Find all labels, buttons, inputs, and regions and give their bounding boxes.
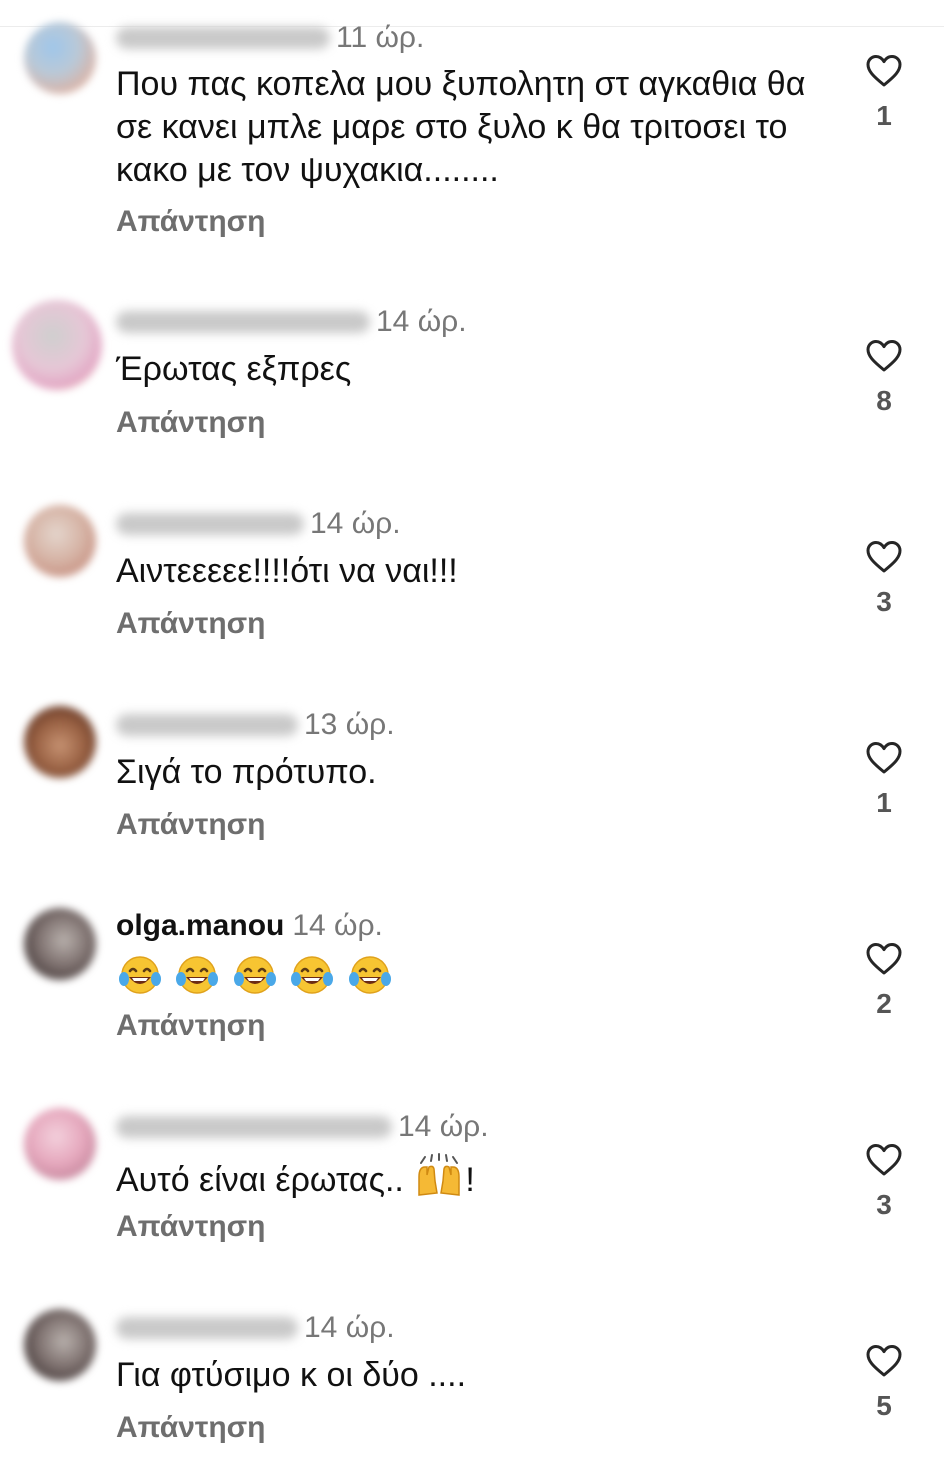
- comment-text: Αυτό είναι έρωτας.. !: [116, 1153, 836, 1202]
- comment-header: 14 ώρ.: [116, 1308, 395, 1348]
- comment-time: 11 ώρ.: [336, 21, 425, 54]
- heart-outline-icon[interactable]: [865, 741, 903, 775]
- like-count: 1: [876, 100, 892, 131]
- username-blurred[interactable]: [116, 1116, 392, 1138]
- heart-outline-icon[interactable]: [865, 540, 903, 574]
- laughing-tears-emoji: [291, 956, 334, 994]
- like-control: 1: [859, 741, 909, 819]
- like-control: 3: [859, 540, 909, 618]
- heart-outline-icon[interactable]: [865, 1143, 903, 1177]
- username-blurred[interactable]: [116, 714, 298, 736]
- laughing-tears-emoji: [348, 956, 391, 994]
- comment-text-suffix: !: [465, 1161, 475, 1199]
- laughing-tears-emoji: [176, 956, 219, 994]
- reply-button[interactable]: Απάντηση: [116, 205, 266, 239]
- heart-outline-icon[interactable]: [865, 942, 903, 976]
- username[interactable]: olga.manou: [116, 909, 284, 943]
- like-count: 8: [876, 385, 892, 416]
- username-blurred[interactable]: [116, 1317, 298, 1339]
- like-count: 1: [876, 787, 892, 818]
- reply-button[interactable]: Απάντηση: [116, 1411, 266, 1445]
- reply-button[interactable]: Απάντηση: [116, 406, 266, 440]
- comment-header: 11 ώρ.: [116, 18, 424, 58]
- comment-header: 13 ώρ.: [116, 705, 395, 745]
- comment-time: 14 ώρ.: [376, 305, 467, 338]
- like-control: 8: [859, 339, 909, 417]
- heart-outline-icon[interactable]: [865, 54, 903, 88]
- heart-outline-icon[interactable]: [865, 1344, 903, 1378]
- comment-header: 14 ώρ.: [116, 504, 401, 544]
- comment-text-content: Αυτό είναι έρωτας..: [116, 1161, 414, 1199]
- like-control: 3: [859, 1143, 909, 1221]
- reply-button[interactable]: Απάντηση: [116, 1009, 266, 1043]
- comment-time: 13 ώρ.: [304, 708, 395, 741]
- reply-button[interactable]: Απάντηση: [116, 1210, 266, 1244]
- username-blurred[interactable]: [116, 27, 330, 49]
- avatar[interactable]: [24, 908, 96, 980]
- comment-time: 14 ώρ.: [398, 1110, 489, 1143]
- avatar[interactable]: [24, 706, 96, 778]
- comment-text: [116, 952, 836, 996]
- comment-time: 14 ώρ.: [310, 507, 401, 540]
- comment-text: Αιντεεεεε!!!!ότι να ναι!!!: [116, 552, 458, 590]
- avatar[interactable]: [24, 1108, 96, 1180]
- comment-time: 14 ώρ.: [304, 1311, 395, 1344]
- like-count: 3: [876, 1189, 892, 1220]
- comment-time: 14 ώρ.: [292, 909, 383, 942]
- avatar[interactable]: [24, 1309, 96, 1381]
- comment-header: 14 ώρ.: [116, 1107, 489, 1147]
- like-count: 3: [876, 586, 892, 617]
- laughing-tears-emoji: [233, 956, 276, 994]
- comment-text: Σιγά το πρότυπο.: [116, 753, 377, 791]
- comment-text: Που πας κοπελα μου ξυπολητη στ αγκαθια θ…: [116, 65, 806, 189]
- username-blurred[interactable]: [116, 311, 370, 333]
- reply-button[interactable]: Απάντηση: [116, 607, 266, 641]
- avatar[interactable]: [12, 300, 102, 390]
- comment-header: 14 ώρ.: [116, 302, 467, 342]
- like-control: 1: [859, 54, 909, 132]
- like-count: 2: [876, 988, 892, 1019]
- comment-header: olga.manou 14 ώρ.: [116, 906, 383, 946]
- heart-outline-icon[interactable]: [865, 339, 903, 373]
- laughing-tears-emoji: [119, 956, 161, 994]
- raised-hands-emoji: [418, 1153, 461, 1196]
- like-control: 2: [859, 942, 909, 1020]
- avatar[interactable]: [24, 22, 96, 94]
- like-count: 5: [876, 1390, 892, 1421]
- username-blurred[interactable]: [116, 513, 304, 535]
- reply-button[interactable]: Απάντηση: [116, 808, 266, 842]
- comment-text: Έρωτας εξπρες: [116, 350, 352, 388]
- comment-text: Για φτύσιμο κ οι δύο ....: [116, 1356, 467, 1394]
- avatar[interactable]: [24, 505, 96, 577]
- like-control: 5: [859, 1344, 909, 1422]
